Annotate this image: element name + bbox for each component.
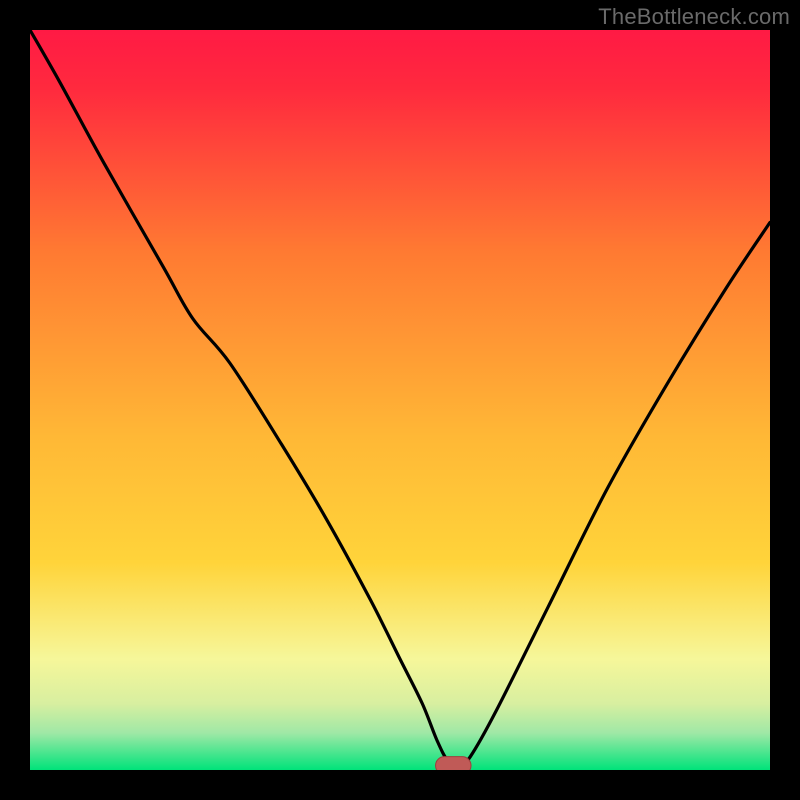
watermark-text: TheBottleneck.com [598, 4, 790, 30]
bottleneck-curve [30, 30, 770, 770]
curve-path [30, 30, 770, 766]
plot-area [30, 30, 770, 770]
optimal-marker [436, 757, 472, 770]
chart-stage: TheBottleneck.com [0, 0, 800, 800]
